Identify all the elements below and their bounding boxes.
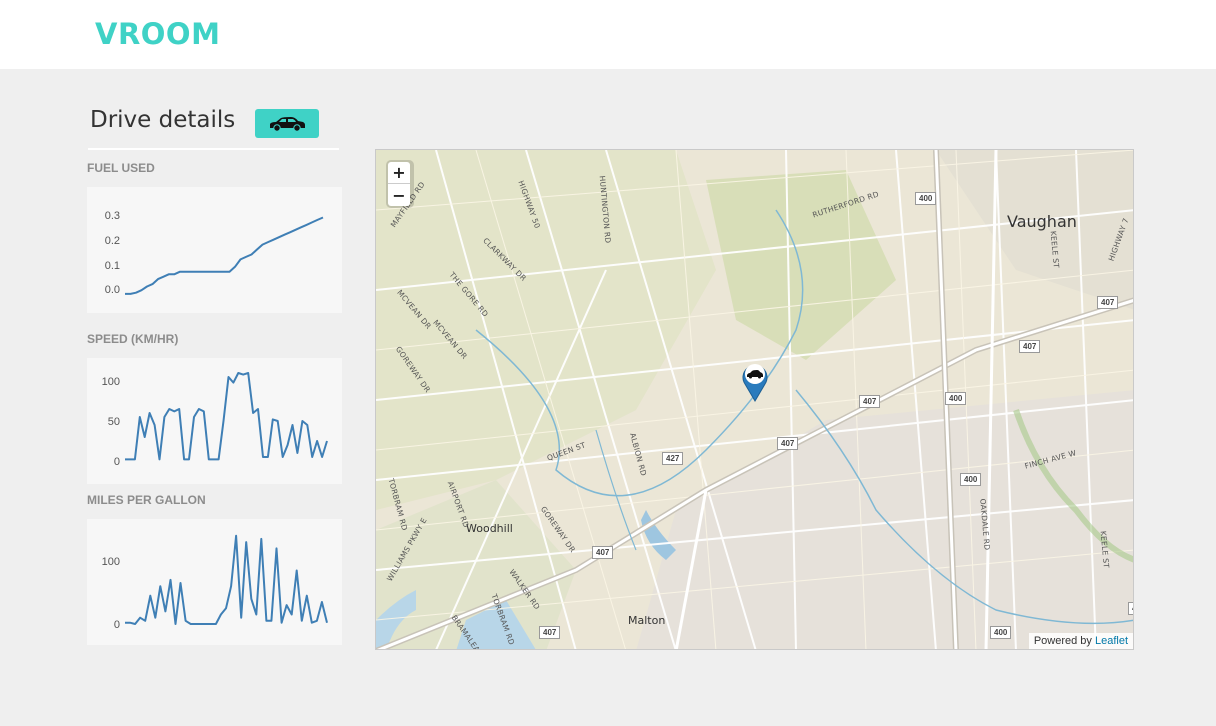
series-line xyxy=(125,534,328,625)
mpg-chart: 100 0 xyxy=(87,519,342,645)
map-view[interactable]: Vaughan Woodhill Malton RUTHERFORD RD HI… xyxy=(375,149,1134,650)
y-tick-label: 50 xyxy=(108,416,120,428)
fuel-chart: 0.3 0.2 0.1 0.0 xyxy=(87,187,342,313)
highway-shield: 407 xyxy=(777,437,799,450)
speed-chart-svg: 100 50 0 xyxy=(102,372,328,468)
chart-label-fuel: FUEL USED xyxy=(87,161,155,175)
highway-shield: 407 xyxy=(1097,296,1119,309)
place-label-malton: Malton xyxy=(628,614,666,627)
place-label-vaughan: Vaughan xyxy=(1007,212,1077,231)
top-navbar: VROOM xyxy=(0,0,1216,69)
zoom-control: + − xyxy=(386,160,414,208)
leaflet-link[interactable]: Leaflet xyxy=(1095,635,1128,647)
highway-shield: 407 xyxy=(1019,340,1041,353)
highway-shield: 407 xyxy=(592,546,614,559)
map-attribution: Powered by Leaflet xyxy=(1028,633,1133,649)
y-tick-label: 0 xyxy=(114,456,120,468)
y-tick-label: 0.0 xyxy=(105,284,120,296)
fuel-chart-svg: 0.3 0.2 0.1 0.0 xyxy=(105,210,324,296)
brand-logo[interactable]: VROOM xyxy=(95,17,220,51)
highway-shield: 400 xyxy=(960,473,982,486)
series-line xyxy=(125,216,324,295)
chart-label-speed: SPEED (KM/HR) xyxy=(87,332,179,346)
car-icon xyxy=(270,116,305,132)
highway-shield: 400 xyxy=(990,626,1012,639)
series-line xyxy=(125,372,328,461)
mpg-chart-svg: 100 0 xyxy=(102,534,328,631)
y-tick-label: 0.3 xyxy=(105,210,120,222)
place-label-woodhill: Woodhill xyxy=(466,522,513,535)
y-tick-label: 0.2 xyxy=(105,235,120,247)
highway-shield: 400 xyxy=(945,392,967,405)
attribution-text: Powered by xyxy=(1033,635,1092,647)
speed-chart: 100 50 0 xyxy=(87,358,342,484)
marker-pin-icon xyxy=(742,364,768,402)
y-tick-label: 0.1 xyxy=(105,260,120,272)
map-marker[interactable] xyxy=(740,360,770,402)
highway-shield: 427 xyxy=(662,452,684,465)
car-button[interactable] xyxy=(255,109,319,138)
page-title: Drive details xyxy=(90,107,236,133)
zoom-out-button[interactable]: − xyxy=(388,184,410,206)
chart-label-mpg: MILES PER GALLON xyxy=(87,493,206,507)
highway-shield: 407 xyxy=(1128,602,1133,615)
highway-shield: 407 xyxy=(859,395,881,408)
highway-shield: 400 xyxy=(915,192,937,205)
y-tick-label: 100 xyxy=(102,556,120,568)
highway-shield: 407 xyxy=(539,626,561,639)
y-tick-label: 100 xyxy=(102,376,120,388)
y-tick-label: 0 xyxy=(114,619,120,631)
title-divider xyxy=(88,148,339,150)
zoom-in-button[interactable]: + xyxy=(388,162,410,184)
